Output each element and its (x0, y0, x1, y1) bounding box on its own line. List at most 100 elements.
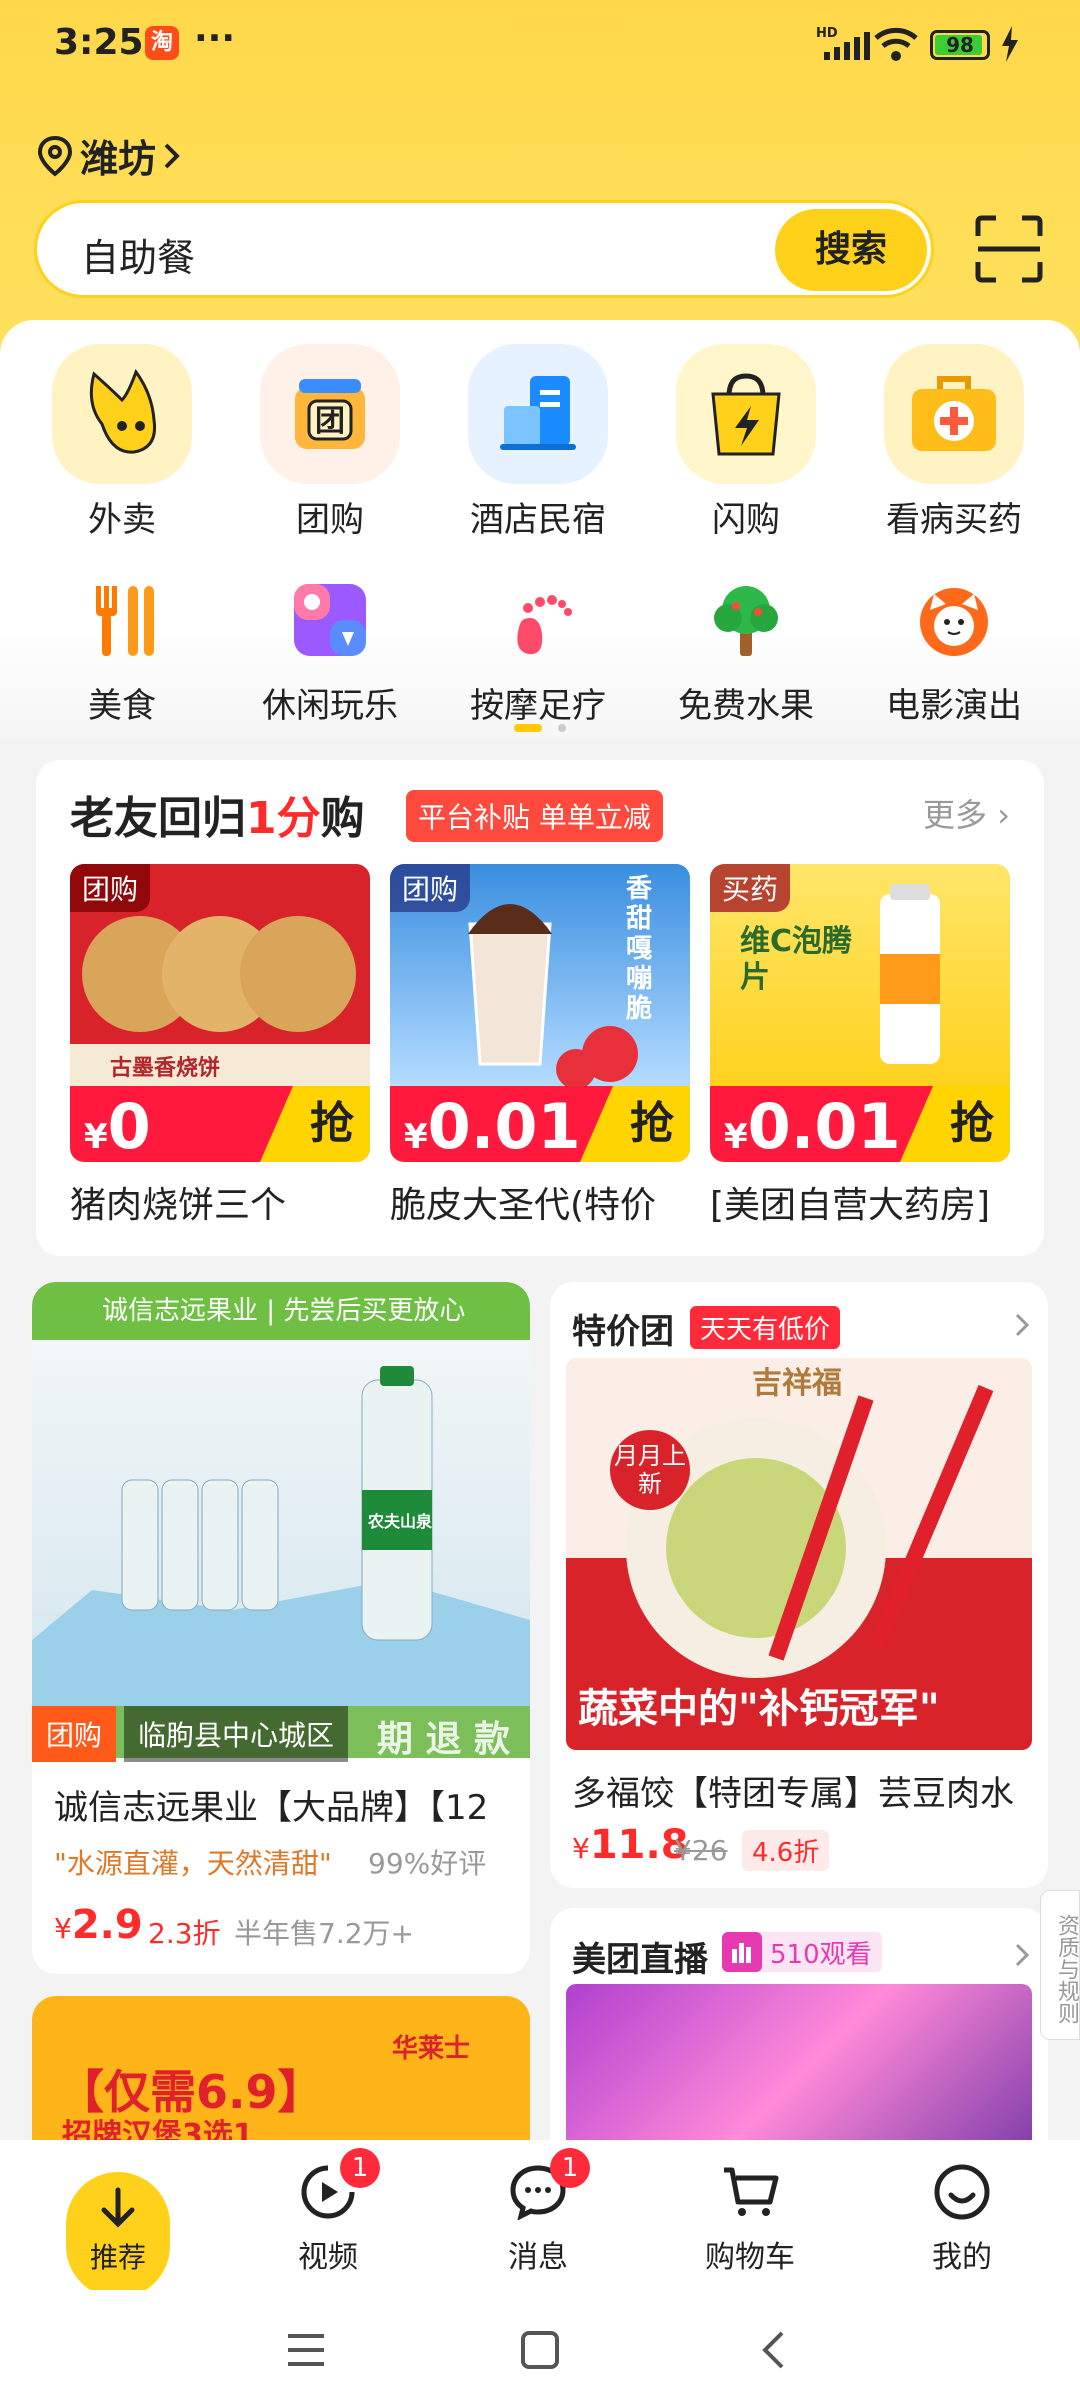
card-sales: 半年售7.2万+ (234, 1917, 414, 1950)
system-navigation-bar (0, 2290, 1080, 2400)
leisure-icon (280, 570, 380, 670)
card-discount: 2.3折 (148, 1917, 221, 1950)
grab-button[interactable]: 抢 (900, 1086, 1010, 1162)
category-label: 闪购 (712, 500, 780, 540)
product-image: 古墨香烧饼 团购 (70, 864, 370, 1086)
nav-recommend[interactable]: 推荐 (66, 2172, 170, 2298)
card-price: ¥2.9 (54, 1902, 143, 1948)
nav-label: 购物车 (705, 2240, 795, 2275)
category-hotel[interactable]: 酒店民宿 (458, 344, 618, 541)
search-bar[interactable]: 自助餐 搜索 (34, 200, 934, 298)
product-price: ¥0 (84, 1090, 151, 1162)
category-label: 外卖 (88, 500, 156, 540)
city-name: 潍坊 (80, 137, 157, 181)
feed-card-tetuan[interactable]: 特价团 天天有低价 月月上新 吉祥福 蔬菜中的"补钙冠军" 多福饺【特团专属】芸… (550, 1282, 1048, 1888)
area-tag: 临朐县中心城区 (124, 1706, 349, 1762)
category-label: 免费水果 (678, 686, 814, 726)
cat-icon (904, 570, 1004, 670)
product-name: 脆皮大圣代(特价 (390, 1185, 657, 1226)
nav-video[interactable]: 1 视频 (258, 2148, 398, 2276)
section-tag: 天天有低价 (690, 1306, 841, 1349)
viewers-tag: 510观看 (722, 1932, 882, 1972)
product-price: ¥0.01 (404, 1090, 581, 1162)
product-image: 月月上新 吉祥福 蔬菜中的"补钙冠军" (566, 1358, 1032, 1750)
live-icon (722, 1932, 762, 1972)
status-bar: 3:25 淘 ··· HD 98 (0, 0, 1080, 90)
card-title: 诚信志远果业【大品牌】【12 (54, 1788, 489, 1828)
tree-icon (696, 570, 796, 670)
product-image: 香甜嘎嘣脆 团购 (390, 864, 690, 1086)
signal-icon (824, 30, 870, 60)
product-badge: 团购 (390, 864, 471, 912)
new-badge: 月月上新 (610, 1430, 690, 1510)
nav-label: 推荐 (89, 2241, 146, 2274)
category-tuangou[interactable]: 团 团购 (250, 344, 410, 541)
card-discount: 4.6折 (742, 1830, 830, 1871)
medkit-icon (884, 344, 1024, 484)
nav-messages[interactable]: 1 消息 (468, 2148, 608, 2276)
scan-icon[interactable] (974, 214, 1044, 284)
product-image-text: 维C泡腾片 (740, 924, 853, 995)
clock: 3:25 (54, 22, 144, 63)
category-movie[interactable]: 电影演出 (874, 570, 1034, 727)
feed-card-water[interactable]: 诚信志远果业 | 先尝后买更放心 农夫山泉 期 退 款 团购 临朐县中心城区 诚… (32, 1282, 530, 1974)
notification-badge: 1 (340, 2148, 380, 2188)
section-title: 特价团 (572, 1312, 674, 1352)
merchant-banner: 诚信志远果业 | 先尝后买更放心 (32, 1282, 530, 1340)
grab-button[interactable]: 抢 (580, 1086, 690, 1162)
category-shangou[interactable]: 闪购 (666, 344, 826, 541)
promo-title: 老友回归1分购 (70, 793, 365, 844)
group-buy-icon: 团 (260, 344, 400, 484)
promo-tag: 平台补贴 单单立减 (406, 790, 663, 842)
category-free-fruit[interactable]: 免费水果 (666, 570, 826, 727)
product-badge: 买药 (710, 864, 791, 912)
category-page-indicator (514, 724, 574, 732)
cart-icon (724, 2167, 779, 2216)
category-massage[interactable]: 按摩足疗 (458, 570, 618, 727)
old-price: ¥26 (674, 1834, 728, 1867)
chevron-right-icon[interactable] (1014, 1312, 1030, 1338)
product-image-text: 香甜嘎嘣脆 (626, 874, 653, 1024)
product-image-text: 古墨香烧饼 (110, 1056, 221, 1081)
back-icon[interactable] (760, 2330, 786, 2370)
search-input[interactable]: 自助餐 (81, 227, 195, 282)
product-image: 维C泡腾片 买药 (710, 864, 1010, 1086)
category-leisure[interactable]: 休闲玩乐 (250, 570, 410, 727)
notification-badge: 1 (550, 2148, 590, 2188)
grab-button[interactable]: 抢 (260, 1086, 370, 1162)
feed-card-live[interactable]: 美团直播 510观看 (550, 1908, 1048, 2168)
card-price: ¥11.8 (572, 1822, 689, 1868)
fork-icon (72, 570, 172, 670)
category-medicine[interactable]: 看病买药 (874, 344, 1034, 541)
category-label: 休闲玩乐 (262, 686, 398, 726)
chevron-right-icon[interactable] (1014, 1942, 1030, 1968)
battery-icon: 98 (930, 30, 990, 60)
price-bar: ¥0.01 抢 (390, 1086, 690, 1162)
category-food[interactable]: 美食 (42, 570, 202, 727)
nav-profile[interactable]: 我的 (892, 2152, 1032, 2276)
home-icon[interactable] (520, 2330, 560, 2370)
product-name: 猪肉烧饼三个 (70, 1185, 287, 1226)
smile-icon (934, 2164, 990, 2220)
more-notifications-icon: ··· (194, 18, 236, 59)
location-selector[interactable]: 潍坊 (36, 128, 182, 183)
hotel-icon (468, 344, 608, 484)
ad-brand: 华莱士 (392, 2034, 471, 2064)
promo-more-link[interactable]: 更多 › (923, 790, 1010, 836)
promo-item[interactable]: 香甜嘎嘣脆 团购 ¥0.01 抢 脆皮大圣代(特价 (390, 864, 690, 1228)
image-brand: 吉祥福 (752, 1366, 842, 1401)
search-button[interactable]: 搜索 (775, 209, 927, 291)
category-label: 团购 (296, 500, 364, 540)
nav-cart[interactable]: 购物车 (680, 2152, 820, 2276)
category-waimai[interactable]: 外卖 (42, 344, 202, 541)
qualification-rules-tab[interactable]: 资质与规则 (1040, 1890, 1080, 2040)
price-bar: ¥0.01 抢 (710, 1086, 1010, 1162)
menu-icon[interactable] (286, 2332, 326, 2368)
price-bar: ¥0 抢 (70, 1086, 370, 1162)
location-pin-icon (37, 135, 73, 177)
promo-item[interactable]: 古墨香烧饼 团购 ¥0 抢 猪肉烧饼三个 (70, 864, 370, 1228)
category-label: 看病买药 (886, 500, 1022, 540)
nav-label: 我的 (932, 2240, 992, 2275)
promo-item[interactable]: 维C泡腾片 买药 ¥0.01 抢 [美团自营大药房] (710, 864, 1010, 1228)
group-buy-badge: 团购 (32, 1706, 117, 1762)
